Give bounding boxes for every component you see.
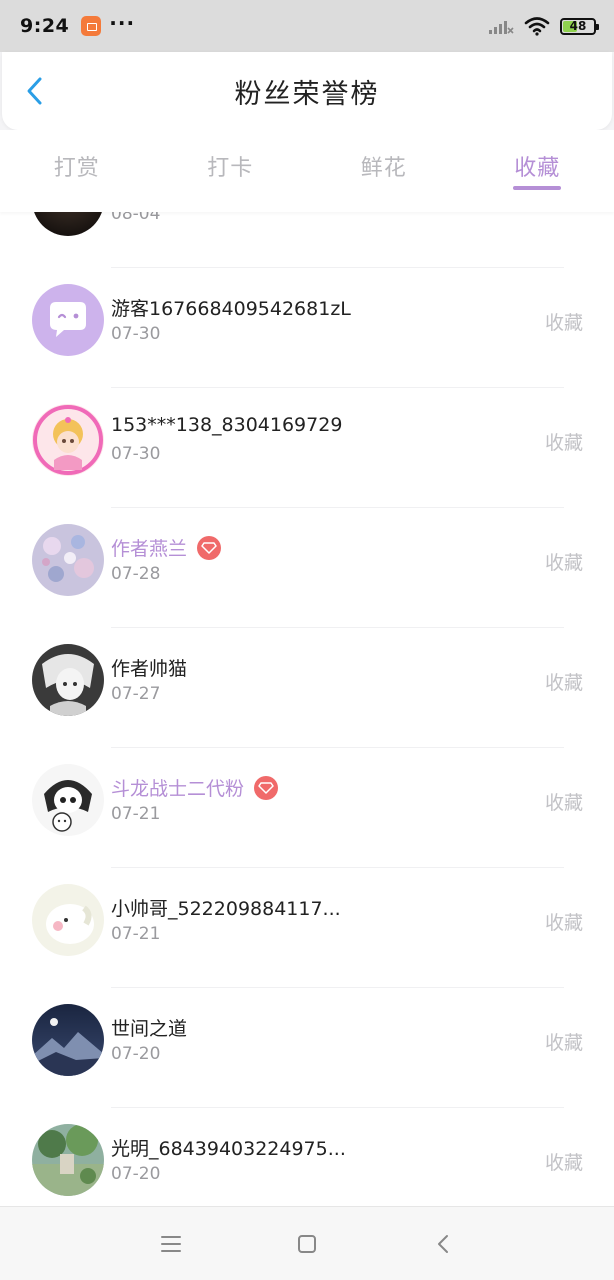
user-name: 153***138_8304169729: [111, 414, 343, 436]
name-line: 光明_68439403224975...: [111, 1134, 346, 1161]
battery-level: 48: [569, 19, 587, 33]
tab-flowers[interactable]: 鲜花: [307, 130, 461, 212]
user-name: 小帅哥_522209884117...: [111, 898, 341, 920]
favorite-action[interactable]: 收藏: [545, 788, 583, 815]
home-square-icon: [298, 1234, 316, 1253]
name-line: 斗龙战士二代粉: [111, 774, 279, 801]
list-item[interactable]: 游客167668409542681zL 07-30 收藏: [0, 268, 614, 388]
avatar[interactable]: [32, 524, 104, 596]
list-item[interactable]: 光明_68439403224975... 07-20 收藏: [0, 1108, 614, 1206]
user-name: 游客167668409542681zL: [111, 298, 351, 320]
diamond-badge-icon: [254, 775, 279, 800]
user-name: 作者帅猫: [111, 658, 188, 680]
favorite-action[interactable]: 收藏: [545, 908, 583, 935]
date: 07-20: [111, 1164, 161, 1184]
favorite-action[interactable]: 收藏: [545, 1028, 583, 1055]
favorite-action[interactable]: 收藏: [545, 668, 583, 695]
tab-label: 打赏: [53, 156, 100, 181]
date: 07-20: [111, 1044, 161, 1064]
list-item[interactable]: 斗龙战士二代粉 07-21 收藏: [0, 748, 614, 868]
tab-label: 收藏: [514, 156, 561, 181]
user-name: 作者燕兰: [111, 538, 188, 560]
battery-icon: 48: [560, 17, 599, 35]
diamond-badge-icon: [197, 535, 222, 560]
favorite-action[interactable]: 收藏: [545, 308, 583, 335]
page-title: 粉丝荣誉榜: [234, 78, 380, 110]
user-name: 世间之道: [111, 1018, 188, 1040]
date: 07-28: [111, 564, 161, 584]
menu-button[interactable]: [153, 1226, 189, 1262]
avatar[interactable]: [32, 884, 104, 956]
user-name: 光明_68439403224975...: [111, 1138, 346, 1160]
list-item[interactable]: 世间之道 07-20 收藏: [0, 988, 614, 1108]
name-line: 世间之道: [111, 1014, 187, 1041]
menu-icon: [161, 1235, 181, 1252]
tab-label: 打卡: [207, 156, 254, 181]
tab-label: 鲜花: [360, 156, 407, 181]
list-item[interactable]: 153***138_8304169729 07-30 收藏: [0, 388, 614, 508]
name-line: 作者帅猫: [111, 654, 187, 681]
fan-list-content: 08-04 收藏 游客167668409542681zL 07-30 收藏 15…: [0, 160, 614, 1206]
signal-icon: [489, 21, 514, 34]
status-bar: 9:24 ··· 48: [0, 0, 614, 52]
favorite-action[interactable]: 收藏: [545, 548, 583, 575]
favorite-action[interactable]: 收藏: [545, 428, 583, 455]
status-time: 9:24: [20, 15, 70, 37]
date: 07-27: [111, 684, 161, 704]
name-line: 153***138_8304169729: [111, 414, 342, 436]
app-notification-icon: [81, 16, 102, 36]
date: 07-30: [111, 444, 161, 464]
avatar[interactable]: [32, 1124, 104, 1196]
name-line: 小帅哥_522209884117...: [111, 894, 341, 921]
system-nav-bar: [0, 1206, 614, 1280]
avatar[interactable]: [32, 764, 104, 836]
status-icons: 48: [488, 16, 599, 36]
user-name: 斗龙战士二代粉: [111, 778, 245, 800]
chevron-left-icon: [27, 77, 42, 105]
more-dots-icon: ···: [109, 11, 136, 35]
tab-bar: 打赏 打卡 鲜花 收藏: [0, 130, 614, 212]
avatar[interactable]: [32, 644, 104, 716]
avatar[interactable]: [32, 284, 104, 356]
tab-checkin[interactable]: 打卡: [154, 130, 308, 212]
tab-reward[interactable]: 打赏: [0, 130, 154, 212]
home-button[interactable]: [289, 1226, 325, 1262]
wifi-icon: [524, 17, 550, 36]
tab-favorites[interactable]: 收藏: [461, 130, 614, 212]
back-button[interactable]: [20, 76, 50, 106]
favorite-action[interactable]: 收藏: [545, 1148, 583, 1175]
date: 07-21: [111, 924, 161, 944]
list-item[interactable]: 作者燕兰 07-28 收藏: [0, 508, 614, 628]
date: 07-30: [111, 324, 161, 344]
back-nav-button[interactable]: [425, 1226, 461, 1262]
list-item[interactable]: 作者帅猫 07-27 收藏: [0, 628, 614, 748]
tab-active-indicator: [513, 186, 562, 190]
list-item[interactable]: 小帅哥_522209884117... 07-21 收藏: [0, 868, 614, 988]
name-line: 游客167668409542681zL: [111, 294, 351, 321]
page-header: 粉丝荣誉榜: [2, 52, 612, 130]
back-triangle-icon: [438, 1234, 448, 1253]
avatar[interactable]: [32, 404, 104, 476]
fan-list[interactable]: 08-04 收藏 游客167668409542681zL 07-30 收藏 15…: [0, 160, 614, 1206]
name-line: 作者燕兰: [111, 534, 222, 561]
avatar[interactable]: [32, 1004, 104, 1076]
date: 07-21: [111, 804, 161, 824]
